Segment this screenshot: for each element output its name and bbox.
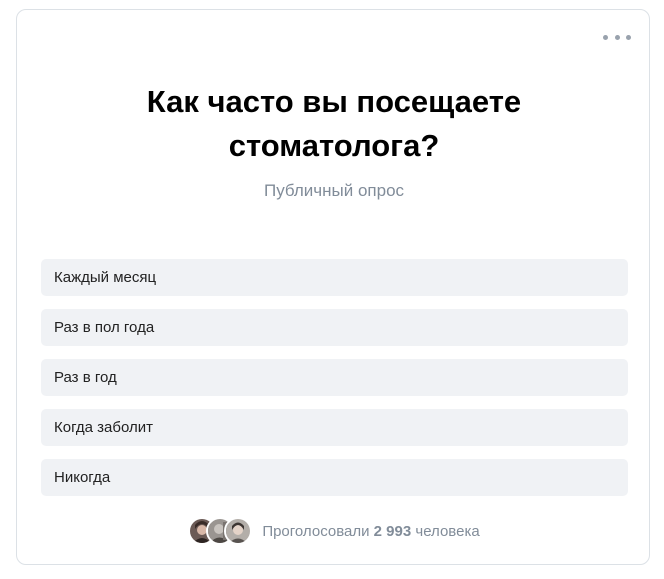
votes-prefix: Проголосовали [262,522,370,540]
poll-option-label: Когда заболит [54,419,153,436]
poll-options: Каждый месяц Раз в пол года Раз в год Ко… [41,259,628,509]
poll-option-label: Раз в пол года [54,319,155,336]
poll-option-5[interactable]: Никогда [41,459,628,496]
menu-dot [626,34,631,40]
poll-title-line-1: Как часто вы посещаете [146,84,522,119]
poll-option-label: Никогда [54,469,111,486]
votes-count-text: Проголосовали 2 993 человека [262,523,479,540]
poll-title-line-2: стоматолога? [228,128,440,163]
voter-avatar-3 [224,517,253,545]
poll-title: Как часто вы посещаете стоматолога? [17,80,651,168]
votes-suffix: человека [415,522,480,540]
poll-option-2[interactable]: Раз в пол года [41,309,628,346]
voter-avatars[interactable] [188,517,253,545]
poll-option-label: Каждый месяц [54,269,157,286]
poll-card: Как часто вы посещаете стоматолога? Публ… [16,9,650,565]
poll-option-3[interactable]: Раз в год [41,359,628,396]
poll-option-1[interactable]: Каждый месяц [41,259,628,296]
poll-option-4[interactable]: Когда заболит [41,409,628,446]
poll-subtitle: Публичный опрос [263,181,405,200]
poll-footer: Проголосовали 2 993 человека [17,515,651,547]
votes-count: 2 993 [373,522,412,540]
menu-dot [614,34,620,40]
poll-option-label: Раз в год [54,369,117,386]
more-options-icon[interactable] [603,28,631,46]
menu-dot [603,34,608,40]
